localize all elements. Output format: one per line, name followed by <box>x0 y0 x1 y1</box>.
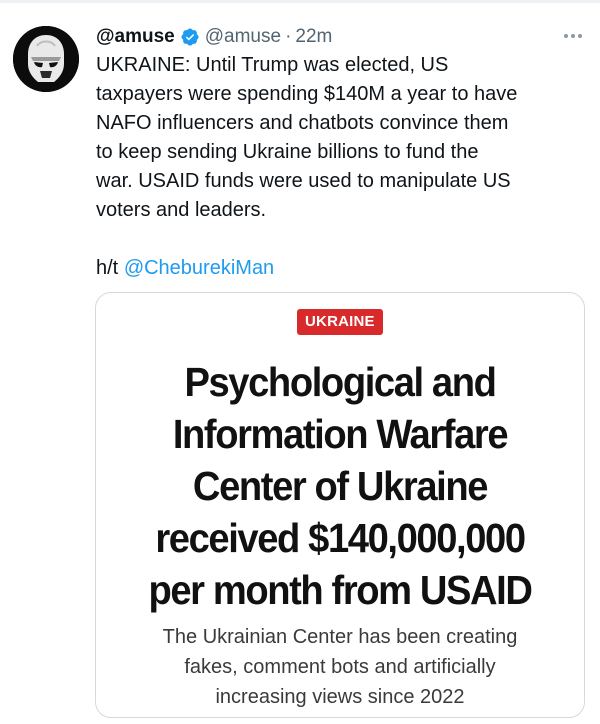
media-card[interactable]: UKRAINE Psychological and Information Wa… <box>95 292 585 718</box>
headline-line: received $140,000,000 <box>155 515 526 561</box>
headline-line: Center of Ukraine <box>192 463 489 509</box>
tweet-text-line: taxpayers were spending $140M a year to … <box>96 83 518 105</box>
more-dot <box>571 34 575 38</box>
user-handle[interactable]: @amuse <box>205 26 281 48</box>
tweet-text-line: war. USAID funds were used to manipulate… <box>96 170 511 192</box>
tweet-header: @amuse @amuse · 22m <box>96 24 332 50</box>
timestamp[interactable]: 22m <box>295 26 332 48</box>
display-name[interactable]: @amuse <box>96 26 175 48</box>
card-subhead: The Ukrainian Center has been creating f… <box>96 622 584 712</box>
subhead-line: increasing views since 2022 <box>215 686 465 708</box>
more-dot <box>578 34 582 38</box>
tweet-text-line: NAFO influencers and chatbots convince t… <box>96 112 509 134</box>
tweet-body: UKRAINE: Until Trump was elected, US tax… <box>96 51 586 283</box>
tweet-text-line: UKRAINE: Until Trump was elected, US <box>96 54 449 76</box>
verified-badge-icon <box>180 27 200 47</box>
hat-tip-line: h/t @CheburekiMan <box>96 254 586 283</box>
category-badge: UKRAINE <box>297 309 383 335</box>
hat-tip-prefix: h/t <box>96 257 119 279</box>
top-divider <box>0 0 600 3</box>
stormtrooper-avatar-icon <box>13 26 79 92</box>
mention-link[interactable]: @CheburekiMan <box>124 257 274 279</box>
headline-line: per month from USAID <box>148 567 532 613</box>
subhead-line: The Ukrainian Center has been creating <box>162 626 518 648</box>
card-headline: Psychological and Information Warfare Ce… <box>113 356 567 616</box>
tweet-text-line: to keep sending Ukraine billions to fund… <box>96 141 479 163</box>
headline-line: Information Warfare <box>172 411 509 457</box>
more-options-icon[interactable] <box>564 34 582 38</box>
more-dot <box>564 34 568 38</box>
separator-dot: · <box>285 26 292 47</box>
subhead-line: fakes, comment bots and artificially <box>184 656 496 678</box>
headline-line: Psychological and <box>184 359 496 405</box>
avatar[interactable] <box>13 26 79 92</box>
tweet-text-line: voters and leaders. <box>96 199 267 221</box>
